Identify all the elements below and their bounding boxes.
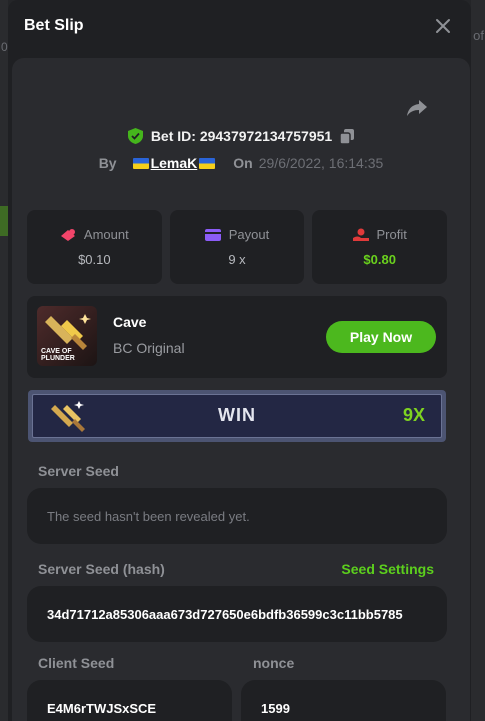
client-seed-label: Client Seed [38,655,115,671]
background-text-fragment: 0 [1,40,8,54]
game-provider: BC Original [113,340,185,356]
bet-stats: Amount $0.10 Payout 9 x Profit $0.80 [27,210,448,284]
stat-payout-label: Payout [228,227,270,242]
on-label: On [233,155,253,171]
bet-chip-icon [60,228,75,241]
stat-profit: Profit $0.80 [312,210,448,284]
stat-amount-label: Amount [83,227,129,242]
close-icon[interactable] [433,16,453,36]
background-edge-right [471,0,485,721]
bet-id-row: Bet ID: 29437972134757951 [12,128,470,144]
background-text-fragment-of: of [473,28,484,43]
bet-date: 29/6/2022, 16:14:35 [258,155,384,171]
flag-icon [199,157,216,169]
stat-profit-label: Profit [376,227,407,242]
username-link[interactable]: LemaK [132,155,216,171]
hand-coin-icon [352,228,369,241]
card-icon [204,228,221,241]
stat-payout: Payout 9 x [169,210,305,284]
server-seed-field: The seed hasn't been revealed yet. [27,488,447,544]
stat-amount-value: $0.10 [78,252,111,267]
modal-title: Bet Slip [24,17,84,34]
thumbnail-caption: CAVE OF PLUNDER [41,348,75,362]
username-text: LemaK [150,155,198,171]
game-thumbnail[interactable]: CAVE OF PLUNDER [37,306,97,366]
result-multiplier: 9X [402,405,425,425]
result-banner: WIN 9X [28,390,446,442]
server-hash-field[interactable]: 34d71712a85306aaa673d727650e6bdfb36599c3… [27,586,447,642]
bet-id-text: Bet ID: 29437972134757951 [150,128,333,144]
server-seed-label: Server Seed [38,463,119,479]
stat-amount: Amount $0.10 [27,210,162,284]
bet-slip-modal: Bet Slip Bet ID: 29437972134757951 By Le… [8,0,471,721]
by-label: By [98,155,117,171]
flag-icon [132,157,149,169]
nonce-label: nonce [253,655,295,671]
result-label: WIN [218,405,256,425]
copy-icon[interactable] [340,128,355,144]
background-edge-left [0,0,8,721]
background-green-fragment [0,206,8,236]
client-seed-field[interactable]: E4M6rTWJSxSCE [27,680,232,721]
stat-payout-value: 9 x [228,252,246,267]
game-name: Cave [113,314,147,330]
nonce-field[interactable]: 1599 [241,680,446,721]
share-icon[interactable] [406,98,428,118]
stat-profit-value: $0.80 [363,252,396,267]
bet-author-row: By LemaK On 29/6/2022, 16:14:35 [12,155,470,171]
bet-detail-panel: Bet ID: 29437972134757951 By LemaK On 29… [12,58,470,721]
shield-check-icon [127,128,143,144]
server-hash-label: Server Seed (hash) [38,561,165,577]
game-card: CAVE OF PLUNDER Cave BC Original Play No… [27,296,447,378]
play-now-button[interactable]: Play Now [326,321,436,353]
seed-settings-link[interactable]: Seed Settings [341,561,434,577]
